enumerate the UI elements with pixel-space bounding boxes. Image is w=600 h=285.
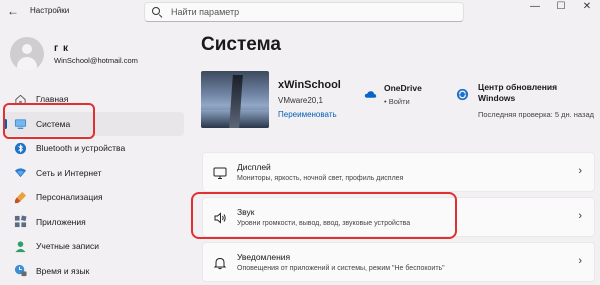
personalization-brush-icon bbox=[14, 191, 27, 203]
search-box[interactable] bbox=[144, 2, 464, 22]
settings-card-display[interactable]: Дисплей Мониторы, яркость, ночной свет, … bbox=[202, 152, 595, 192]
card-title: Звук bbox=[237, 207, 255, 217]
card-description: Уровни громкости, вывод, ввод, звуковые … bbox=[237, 220, 411, 227]
profile-name: г к bbox=[54, 43, 69, 54]
windows-update-title[interactable]: Центр обновления Windows bbox=[478, 82, 578, 104]
card-title: Дисплей bbox=[237, 162, 271, 172]
onedrive-title[interactable]: OneDrive bbox=[384, 83, 422, 93]
sidebar-item-label: Главная bbox=[36, 94, 69, 104]
rename-link[interactable]: Переименовать bbox=[278, 110, 337, 119]
chevron-right-icon: › bbox=[578, 210, 582, 222]
sidebar-item-personalization[interactable]: Персонализация bbox=[0, 185, 190, 209]
card-description: Оповещения от приложений и системы, режи… bbox=[237, 265, 445, 272]
notification-bell-icon bbox=[213, 257, 227, 270]
sidebar-item-label: Время и язык bbox=[36, 265, 90, 276]
windows-update-icon[interactable] bbox=[456, 88, 469, 101]
maximize-button[interactable]: ☐ bbox=[548, 0, 574, 16]
user-profile[interactable]: г к WinSchool@hotmail.com bbox=[10, 37, 138, 71]
sidebar-nav: Главная Система Bluetooth и устройства С… bbox=[0, 87, 190, 283]
main-content: Система xWinSchool VMware20,1 Переименов… bbox=[200, 22, 600, 285]
windows-update-status: Последняя проверка: 5 дн. назад bbox=[478, 110, 595, 119]
sidebar-item-label: Система bbox=[36, 118, 71, 129]
search-input[interactable] bbox=[171, 7, 451, 17]
time-language-icon bbox=[14, 264, 27, 277]
sidebar-item-apps[interactable]: Приложения bbox=[0, 210, 190, 234]
settings-card-notifications[interactable]: Уведомления Оповещения от приложений и с… bbox=[202, 242, 595, 282]
chevron-right-icon: › bbox=[578, 255, 582, 267]
back-arrow-icon[interactable]: ← bbox=[6, 4, 20, 18]
sidebar-item-home[interactable]: Главная bbox=[0, 87, 190, 111]
sidebar-item-system[interactable]: Система bbox=[4, 111, 184, 136]
window-controls: — ☐ ✕ bbox=[522, 0, 600, 16]
sidebar-item-label: Приложения bbox=[36, 216, 86, 227]
sidebar-item-label: Учетные записи bbox=[36, 241, 100, 251]
bluetooth-icon bbox=[14, 142, 27, 154]
close-button[interactable]: ✕ bbox=[574, 0, 600, 16]
sidebar-item-time-language[interactable]: Время и язык bbox=[0, 259, 190, 283]
search-icon bbox=[151, 6, 163, 18]
onedrive-cloud-icon[interactable] bbox=[364, 88, 377, 101]
apps-icon bbox=[14, 215, 27, 228]
profile-email: WinSchool@hotmail.com bbox=[54, 56, 138, 65]
sidebar-item-network[interactable]: Сеть и Интернет bbox=[0, 161, 190, 185]
sidebar: г к WinSchool@hotmail.com Главная Систем… bbox=[0, 22, 190, 285]
avatar bbox=[10, 37, 44, 71]
chevron-right-icon: › bbox=[578, 165, 582, 177]
onedrive-status: • Войти bbox=[384, 97, 410, 106]
accounts-icon bbox=[15, 240, 26, 252]
display-monitor-icon bbox=[213, 167, 227, 179]
card-description: Мониторы, яркость, ночной свет, профиль … bbox=[237, 175, 404, 182]
home-icon bbox=[15, 94, 26, 105]
speaker-sound-icon bbox=[214, 212, 226, 224]
sidebar-item-label: Сеть и Интернет bbox=[36, 167, 102, 178]
page-title: Система bbox=[201, 34, 281, 55]
minimize-button[interactable]: — bbox=[522, 0, 548, 16]
title-bar: ← Настройки — ☐ ✕ bbox=[0, 0, 600, 22]
device-name: xWinSchool bbox=[278, 79, 341, 91]
wifi-icon bbox=[14, 168, 27, 178]
card-title: Уведомления bbox=[237, 252, 291, 262]
system-display-icon bbox=[14, 119, 27, 129]
app-title: Настройки bbox=[30, 6, 70, 15]
sidebar-item-accounts[interactable]: Учетные записи bbox=[0, 234, 190, 258]
sidebar-item-label: Bluetooth и устройства bbox=[36, 143, 126, 153]
sidebar-item-bluetooth[interactable]: Bluetooth и устройства bbox=[0, 136, 190, 160]
device-wallpaper-thumbnail bbox=[201, 71, 269, 128]
device-model: VMware20,1 bbox=[278, 96, 323, 105]
sidebar-item-label: Персонализация bbox=[36, 192, 103, 202]
settings-card-sound[interactable]: Звук Уровни громкости, вывод, ввод, звук… bbox=[202, 197, 595, 237]
